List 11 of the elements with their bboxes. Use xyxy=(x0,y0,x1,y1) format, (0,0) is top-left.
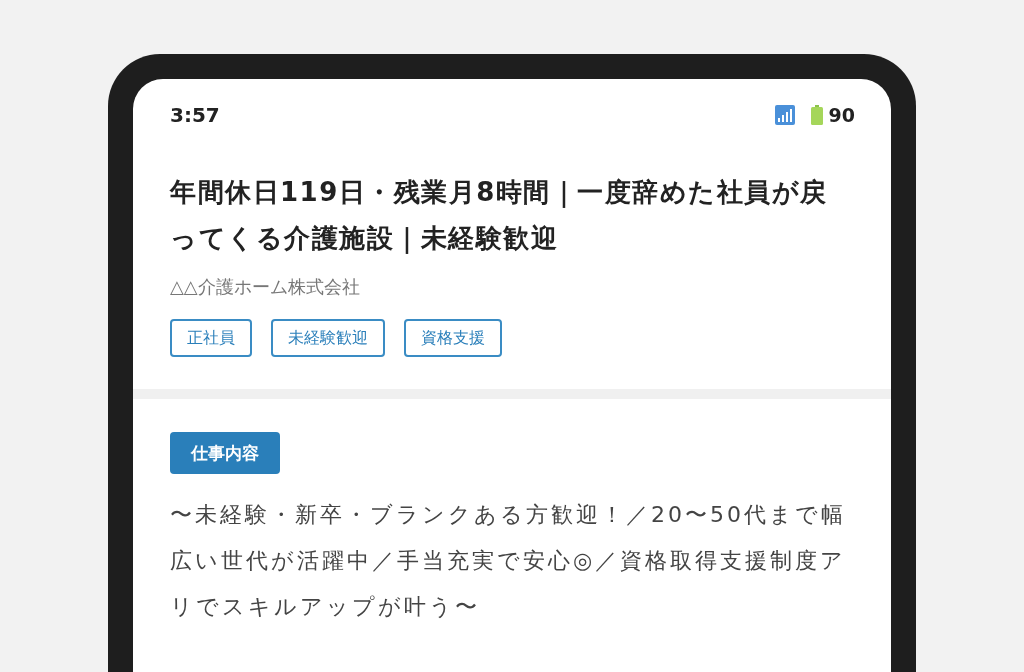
tag: 資格支援 xyxy=(404,319,502,357)
status-time: 3:57 xyxy=(170,103,220,127)
section-heading: 仕事内容 xyxy=(170,432,280,474)
company-name: △△介護ホーム株式会社 xyxy=(170,275,361,299)
battery-level: 90 xyxy=(828,104,855,126)
tag: 未経験歓迎 xyxy=(271,319,385,357)
signal-icon xyxy=(774,105,795,125)
job-description: 〜未経験・新卒・ブランクある方歓迎！／20〜50代まで幅広い世代が活躍中／手当充実で安心◎／資格取得支援制度アリでスキルアップが叶う〜 xyxy=(170,501,848,621)
job-title: 年間休日119日・残業月8時間｜一度辞めた社員が戻ってくる介護施設｜未経験歓迎 xyxy=(170,176,829,256)
battery-icon xyxy=(810,105,823,125)
tag: 正社員 xyxy=(170,319,252,357)
